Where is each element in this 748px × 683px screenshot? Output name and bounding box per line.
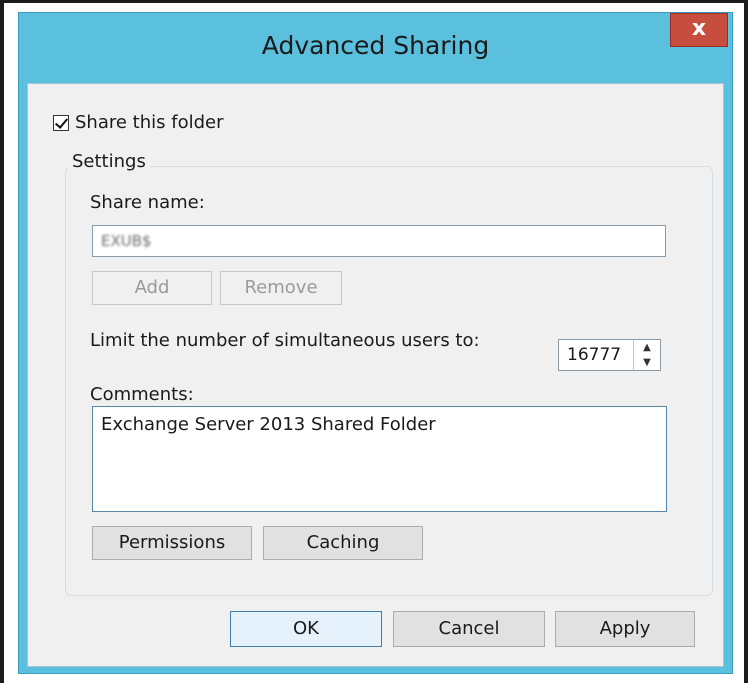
add-button[interactable]: Add: [92, 271, 212, 305]
share-name-label: Share name:: [90, 192, 205, 213]
comments-textarea[interactable]: Exchange Server 2013 Shared Folder: [92, 406, 667, 512]
spin-down-icon[interactable]: ▼: [634, 355, 660, 370]
share-folder-checkbox-row[interactable]: Share this folder: [53, 112, 223, 133]
comments-label: Comments:: [90, 384, 194, 405]
ok-button[interactable]: OK: [230, 611, 382, 647]
apply-button[interactable]: Apply: [555, 611, 695, 647]
remove-button[interactable]: Remove: [220, 271, 342, 305]
share-folder-label: Share this folder: [75, 112, 224, 133]
close-button[interactable]: x: [670, 13, 728, 47]
settings-group-title: Settings: [68, 151, 150, 172]
dialog-title: Advanced Sharing: [261, 31, 490, 60]
dialog-client-area: Share this folder Settings Share name: E…: [27, 83, 724, 667]
advanced-sharing-dialog: Advanced Sharing x Share this folder Set…: [18, 12, 733, 674]
spin-up-icon[interactable]: ▲: [634, 340, 660, 355]
spinner-arrows[interactable]: ▲ ▼: [633, 340, 660, 370]
caching-button[interactable]: Caching: [263, 526, 423, 560]
permissions-button[interactable]: Permissions: [92, 526, 252, 560]
comments-value: Exchange Server 2013 Shared Folder: [101, 414, 436, 435]
limit-users-spinner[interactable]: 16777 ▲ ▼: [558, 339, 661, 371]
share-name-value: EXUB$: [101, 232, 152, 250]
limit-users-label: Limit the number of simultaneous users t…: [90, 330, 480, 351]
share-name-input[interactable]: EXUB$: [92, 225, 666, 257]
cancel-button[interactable]: Cancel: [393, 611, 545, 647]
limit-users-value: 16777: [567, 345, 622, 365]
share-folder-checkbox[interactable]: [53, 114, 69, 131]
